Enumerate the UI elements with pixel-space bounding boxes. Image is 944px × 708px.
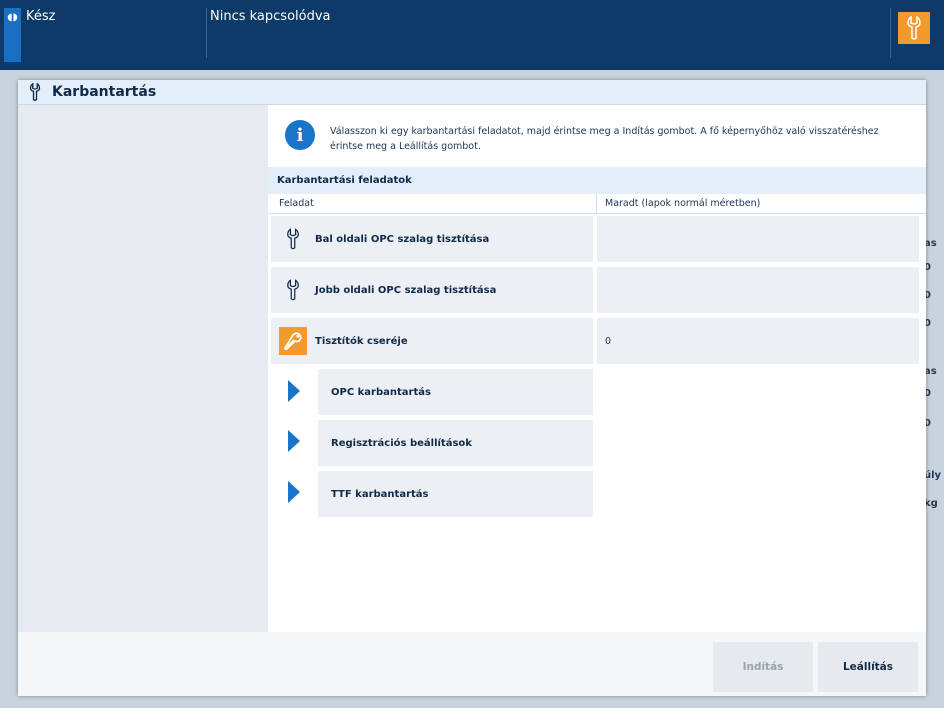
column-divider: [596, 194, 597, 214]
nav-opc-maintenance[interactable]: OPC karbantartás: [318, 369, 593, 415]
nav-ttf-maintenance[interactable]: TTF karbantartás: [318, 471, 593, 517]
wrench-icon: [279, 327, 307, 355]
top-status-bar: ◖◗ Kész Nincs kapcsolódva: [0, 0, 944, 70]
status-tab-glyph: ◖◗: [7, 12, 18, 23]
bg-label: kg: [924, 498, 938, 509]
info-text: Válasszon ki egy karbantartási feladatot…: [330, 126, 879, 152]
topbar-divider-right: [890, 8, 891, 58]
play-arrow-icon: [288, 380, 300, 402]
printer-status-tab[interactable]: ◖◗: [4, 8, 21, 62]
task-label: Bal oldali OPC szalag tisztítása: [315, 233, 490, 245]
bg-label: úly: [924, 470, 942, 481]
nav-registration-settings[interactable]: Regisztrációs beállítások: [318, 420, 593, 466]
task-remaining: 0: [597, 318, 919, 364]
column-header-remaining: Maradt (lapok normál méretben): [605, 198, 761, 209]
task-row-left-opc[interactable]: Bal oldali OPC szalag tisztítása: [271, 216, 593, 262]
play-arrow-icon: [288, 430, 300, 452]
task-remaining: [597, 216, 919, 262]
connection-status-text: Nincs kapcsolódva: [210, 9, 331, 24]
column-header-task: Feladat: [279, 198, 314, 209]
topbar-divider: [206, 8, 207, 58]
play-arrow-icon: [288, 481, 300, 503]
maintenance-wrench-button[interactable]: [898, 12, 930, 44]
task-label: Jobb oldali OPC szalag tisztítása: [315, 284, 497, 296]
dialog-title: Karbantartás: [52, 84, 157, 100]
section-title: Karbantartási feladatok: [268, 167, 926, 194]
info-area: i Válasszon ki egy karbantartási feladat…: [268, 105, 926, 167]
wrench-icon: [907, 16, 921, 40]
start-button[interactable]: Indítás: [713, 642, 813, 692]
wrench-icon: [271, 227, 315, 251]
printer-status-text: Kész: [26, 9, 56, 24]
task-remaining: [597, 267, 919, 313]
task-label: Tisztítók cseréje: [315, 335, 408, 347]
task-row-right-opc[interactable]: Jobb oldali OPC szalag tisztítása: [271, 267, 593, 313]
info-icon: i: [285, 120, 315, 150]
task-icon-wrap: [271, 327, 315, 355]
dialog-left-panel: [18, 105, 268, 632]
stop-button[interactable]: Leállítás: [818, 642, 918, 692]
dialog-header: Karbantartás: [18, 80, 926, 105]
wrench-icon: [29, 83, 41, 101]
task-row-replace-cleaners[interactable]: Tisztítók cseréje: [271, 318, 593, 364]
maintenance-dialog: Karbantartás i Válasszon ki egy karbanta…: [18, 80, 926, 696]
column-header-row: [268, 194, 926, 214]
wrench-icon: [271, 278, 315, 302]
